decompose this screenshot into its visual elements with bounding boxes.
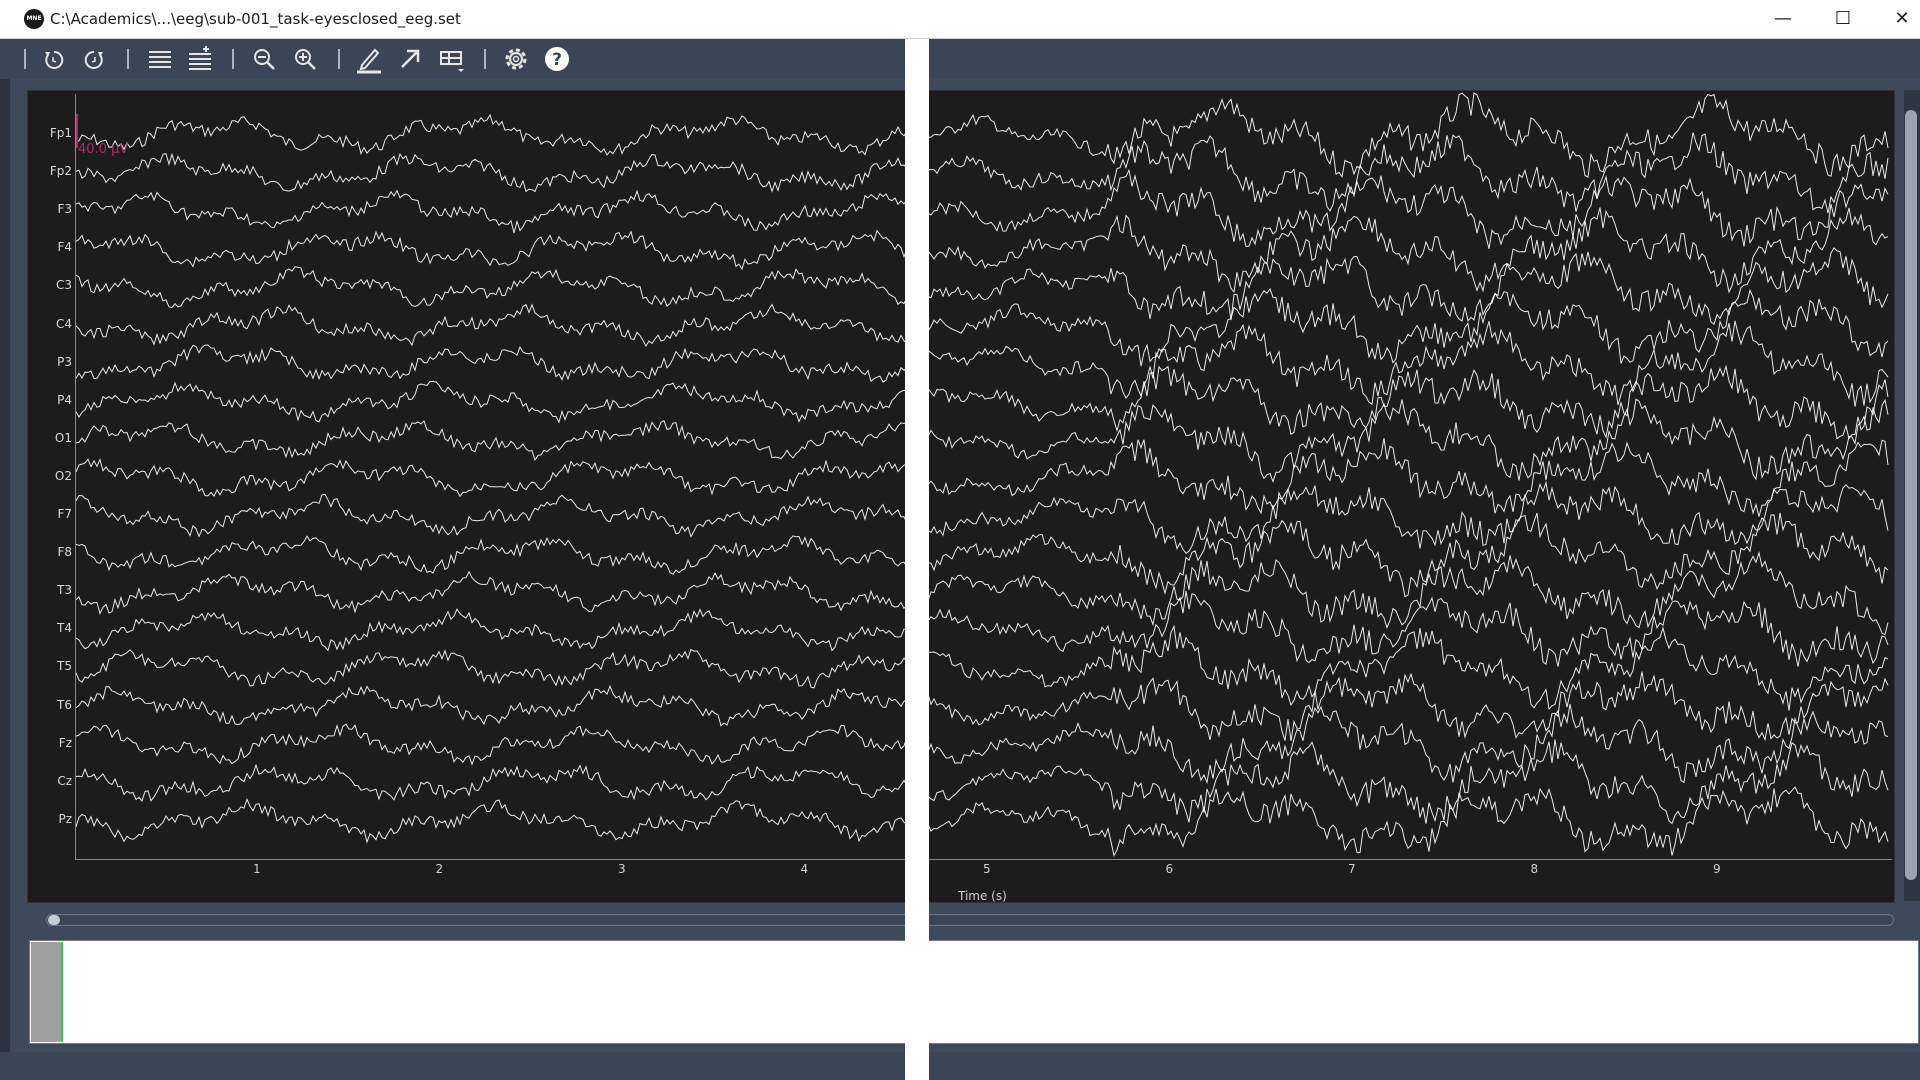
x-tick-label: 3 <box>618 862 626 876</box>
eeg-traces <box>75 92 1889 858</box>
scale-bar-label: 40.0 µV <box>78 142 129 157</box>
horizontal-scrollbar[interactable] <box>32 910 1920 928</box>
svg-text:?: ? <box>552 50 562 70</box>
x-tick-label: 7 <box>1348 862 1356 876</box>
x-tick-label: 4 <box>800 862 809 876</box>
channel-label-c3[interactable]: C3 <box>0 278 72 292</box>
eeg-trace-fz <box>75 703 1889 785</box>
toolbar-separator <box>484 49 486 69</box>
title-bar: MNE C:\Academics\...\eeg\sub-001_task-ey… <box>0 0 1920 39</box>
channel-label-pz[interactable]: Pz <box>0 812 72 826</box>
eeg-trace-cz <box>75 739 1889 825</box>
eeg-trace-fp1 <box>76 92 1889 178</box>
vertical-scrollbar-thumb[interactable] <box>1905 110 1917 880</box>
channel-label-t4[interactable]: T4 <box>0 621 72 635</box>
projectors-icon[interactable] <box>394 43 426 75</box>
eeg-trace-pz <box>75 786 1889 858</box>
overview-view-window[interactable] <box>31 942 63 1042</box>
y-axis <box>75 94 76 859</box>
rewind-icon[interactable] <box>38 43 70 75</box>
eeg-trace-o1 <box>75 398 1889 484</box>
x-tick-label: 5 <box>983 862 991 876</box>
horizontal-scrollbar-track[interactable] <box>46 914 1894 926</box>
overview-bar[interactable] <box>29 940 1919 1044</box>
channel-label-f7[interactable]: F7 <box>0 507 72 521</box>
channel-label-fz[interactable]: Fz <box>0 736 72 750</box>
eeg-trace-t6 <box>75 671 1889 742</box>
left-window-edge <box>0 39 10 1080</box>
eeg-trace-f7 <box>75 480 1889 554</box>
help-icon[interactable]: ? <box>541 43 573 75</box>
channel-label-t3[interactable]: T3 <box>0 583 72 597</box>
more-channels-icon[interactable] <box>184 43 216 75</box>
x-tick-label: 8 <box>1530 862 1539 876</box>
eeg-plot-area[interactable] <box>27 90 1895 903</box>
minimize-button[interactable]: — <box>1754 0 1812 38</box>
maximize-button[interactable]: ☐ <box>1814 0 1872 38</box>
x-axis-label: Time (s) <box>958 889 1007 903</box>
eeg-trace-fp2 <box>75 132 1889 214</box>
eeg-trace-p3 <box>75 320 1889 407</box>
eeg-trace-t5 <box>75 624 1889 711</box>
eeg-trace-f3 <box>75 168 1889 250</box>
annotation-mode-icon[interactable] <box>353 43 385 75</box>
x-tick-label: 6 <box>1165 862 1174 876</box>
x-axis <box>75 859 1892 860</box>
channel-label-fp2[interactable]: Fp2 <box>0 164 72 178</box>
overview-bar-icon[interactable] <box>436 43 468 75</box>
x-tick-label: 2 <box>435 862 444 876</box>
zoom-in-icon[interactable] <box>289 43 321 75</box>
eeg-trace-f4 <box>75 207 1889 294</box>
channel-label-f4[interactable]: F4 <box>0 240 72 254</box>
status-bar <box>0 1052 1920 1080</box>
channel-label-o2[interactable]: O2 <box>0 469 72 483</box>
eeg-trace-o2 <box>75 438 1889 517</box>
channel-label-p3[interactable]: P3 <box>0 355 72 369</box>
toolbar-separator <box>127 49 129 69</box>
eeg-trace-t4 <box>75 590 1889 667</box>
toolbar-separator <box>232 49 234 69</box>
toolbar: ? <box>0 39 1920 79</box>
channel-label-cz[interactable]: Cz <box>0 774 72 788</box>
channel-label-fp1[interactable]: Fp1 <box>0 126 72 140</box>
app-logo-icon: MNE <box>24 9 44 29</box>
channel-label-t5[interactable]: T5 <box>0 659 72 673</box>
horizontal-scrollbar-thumb[interactable] <box>48 915 60 925</box>
channel-label-p4[interactable]: P4 <box>0 393 72 407</box>
screenshot-gap <box>905 39 929 1080</box>
fewer-channels-icon[interactable] <box>144 43 176 75</box>
eeg-trace-p4 <box>75 364 1889 440</box>
toolbar-separator <box>338 49 340 69</box>
toolbar-separator <box>24 49 26 69</box>
channel-label-f8[interactable]: F8 <box>0 545 72 559</box>
channel-label-t6[interactable]: T6 <box>0 698 72 712</box>
eeg-trace-t3 <box>75 550 1889 636</box>
zoom-out-icon[interactable] <box>248 43 280 75</box>
channel-label-f3[interactable]: F3 <box>0 202 72 216</box>
window-title: C:\Academics\...\eeg\sub-001_task-eyescl… <box>50 10 461 28</box>
eeg-trace-f8 <box>75 512 1889 598</box>
channel-label-o1[interactable]: O1 <box>0 431 72 445</box>
fast-forward-icon[interactable] <box>78 43 110 75</box>
channel-label-c4[interactable]: C4 <box>0 317 72 331</box>
close-button[interactable]: ✕ <box>1873 0 1920 38</box>
settings-icon[interactable] <box>500 43 532 75</box>
x-tick-label: 1 <box>253 862 261 876</box>
x-tick-label: 9 <box>1713 862 1721 876</box>
